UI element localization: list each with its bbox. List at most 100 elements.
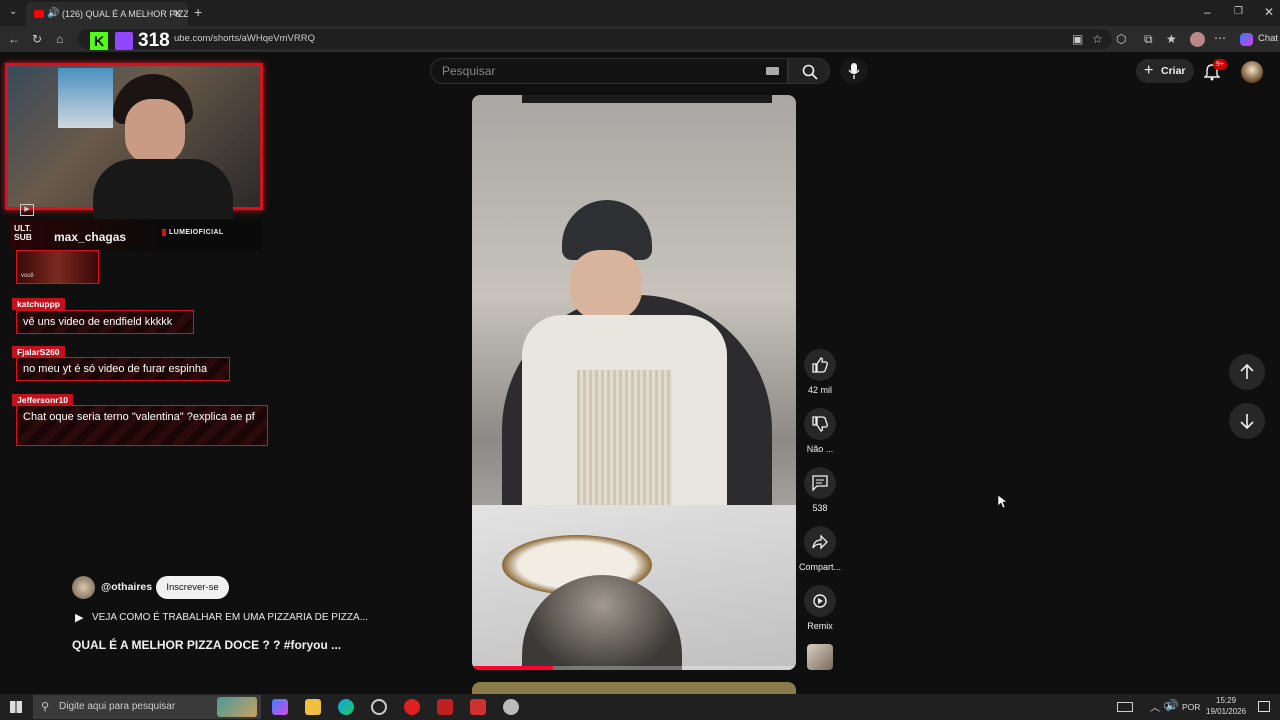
clock-time[interactable]: 15:29	[1216, 696, 1236, 705]
chat-username: Jeffersonr10	[12, 394, 74, 406]
url-field[interactable]: ube.com/shorts/aWHqeVmVRRQ	[78, 29, 1112, 49]
notifications-button[interactable]: 9+	[1204, 59, 1227, 82]
chat-label[interactable]: Chat	[1258, 33, 1278, 44]
share-icon	[812, 534, 828, 550]
favorite-star-icon[interactable]: ☆	[1092, 32, 1103, 46]
obs-icon[interactable]	[371, 699, 387, 715]
mouse-cursor-icon	[998, 495, 1008, 509]
close-window-icon[interactable]: ✕	[1264, 5, 1274, 19]
video-title: QUAL É A MELHOR PIZZA DOCE ? ? #foryou .…	[72, 638, 342, 652]
tray-chevron-icon[interactable]: ︿	[1150, 699, 1160, 714]
webcam-streamer	[93, 74, 233, 219]
comment-count: 538	[812, 503, 828, 513]
edge-browser-icon[interactable]	[338, 699, 354, 715]
playlist-line[interactable]: VEJA COMO É TRABALHAR EM UMA PIZZARIA DE…	[92, 612, 368, 623]
kick-logo-icon: K	[90, 32, 108, 50]
maximize-icon[interactable]: ❐	[1234, 5, 1243, 19]
plus-icon: +	[1144, 62, 1154, 79]
windows-start-icon[interactable]	[10, 701, 22, 713]
share-button[interactable]	[804, 526, 836, 558]
search-button[interactable]	[788, 58, 830, 84]
search-icon	[802, 64, 818, 80]
arrow-up-icon	[1240, 364, 1254, 379]
minimize-icon[interactable]: –	[1204, 5, 1211, 19]
language-indicator[interactable]: POR	[1182, 702, 1200, 712]
account-avatar[interactable]	[1241, 61, 1263, 83]
playlist-play-icon[interactable]: ▶	[75, 611, 83, 624]
back-icon[interactable]: ←	[8, 32, 20, 46]
create-button[interactable]: + Criar	[1136, 59, 1194, 83]
tab-close-icon[interactable]: ✕	[173, 2, 182, 26]
video-person-face	[570, 250, 642, 320]
play-box-icon: ▶	[20, 204, 34, 216]
chat-message-text: vê uns video de endfield kkkkk	[23, 316, 173, 328]
shorts-video-player[interactable]	[472, 95, 796, 670]
browser-tab[interactable]: 🔊 (126) QUAL É A MELHOR PIZZ ✕	[26, 2, 188, 26]
share-label: Compart...	[798, 562, 841, 572]
streaming-app-icon[interactable]	[437, 699, 453, 715]
file-explorer-icon[interactable]	[305, 699, 321, 715]
reload-icon[interactable]: ↻	[32, 32, 42, 46]
taskbar-search-input[interactable]: ⚲ Digite aqui para pesquisar	[33, 695, 261, 719]
viewer-count: 318	[138, 30, 170, 51]
clock-date[interactable]: 19/01/2026	[1206, 707, 1246, 716]
dislike-label: Não ...	[806, 444, 834, 454]
voice-search-button[interactable]	[840, 58, 868, 84]
subscribe-button[interactable]: Inscrever-se	[156, 576, 229, 599]
tab-list-chevron-icon[interactable]: ⌄	[9, 5, 17, 19]
speaker-icon[interactable]: 🔊	[47, 2, 59, 26]
chat-message-text: no meu yt é só video de furar espinha	[23, 363, 208, 375]
chat-message: vê uns video de endfield kkkkk	[16, 310, 194, 334]
tray-keyboard-icon[interactable]	[1117, 702, 1133, 712]
sound-thumbnail[interactable]	[807, 644, 833, 670]
comment-icon	[812, 475, 828, 491]
dislike-button[interactable]	[804, 408, 836, 440]
chat-username: katchuppp	[12, 298, 65, 310]
brand-tag: LUMEIOFICIAL	[162, 229, 224, 236]
notification-center-icon[interactable]	[1258, 701, 1270, 712]
profile-avatar[interactable]	[1190, 32, 1205, 47]
like-button[interactable]	[804, 349, 836, 381]
volume-icon[interactable]: 🔊	[1165, 699, 1179, 712]
chat-message: Chat oque seria terno "valentina" ?expli…	[16, 405, 268, 446]
previous-short-button[interactable]	[1229, 354, 1265, 390]
shield-app-icon[interactable]	[503, 699, 519, 715]
more-menu-icon[interactable]: ⋯	[1214, 31, 1226, 45]
red-app-icon[interactable]	[470, 699, 486, 715]
next-short-preview[interactable]	[472, 682, 796, 694]
avatar-caption: você	[21, 273, 34, 279]
thumbs-up-icon	[812, 357, 828, 373]
copilot-icon[interactable]	[1240, 33, 1253, 46]
channel-avatar[interactable]	[72, 576, 95, 599]
split-screen-icon[interactable]: ⧉	[1144, 32, 1153, 46]
extensions-icon[interactable]: ⬡	[1116, 32, 1126, 46]
youtube-app-icon[interactable]	[404, 699, 420, 715]
comments-button[interactable]	[804, 467, 836, 499]
home-icon[interactable]: ⌂	[56, 32, 63, 46]
taskbar-search-placeholder: Digite aqui para pesquisar	[59, 701, 176, 712]
collections-icon[interactable]: ★	[1166, 32, 1177, 46]
youtube-favicon-icon	[34, 10, 44, 18]
channel-handle[interactable]: @othaires	[101, 581, 152, 593]
windows-taskbar: ⚲ Digite aqui para pesquisar ︿ ⌂ 🔊 POR 1…	[0, 694, 1280, 720]
webcam-shirt	[93, 159, 233, 219]
next-short-button[interactable]	[1229, 403, 1265, 439]
last-sub-banner: ▶ ULT. SUB max_chagas LUMEIOFICIAL	[10, 204, 262, 250]
search-input[interactable]: Pesquisar	[430, 58, 788, 84]
app-icon[interactable]: ▣	[1072, 32, 1083, 46]
search-placeholder: Pesquisar	[442, 64, 496, 78]
last-sub-label: ULT. SUB	[14, 223, 32, 242]
copilot-taskbar-icon[interactable]	[272, 699, 288, 715]
subscribe-label: Inscrever-se	[166, 582, 219, 593]
new-tab-icon[interactable]: +	[194, 5, 202, 19]
streamer-webcam	[5, 63, 263, 219]
keyboard-icon[interactable]	[766, 67, 779, 75]
chat-message-text: Chat oque seria terno "valentina" ?expli…	[23, 411, 255, 423]
chat-username: FjalarS260	[12, 346, 65, 358]
search-icon: ⚲	[41, 701, 50, 713]
remix-button[interactable]	[804, 585, 836, 617]
chat-avatar: você	[16, 250, 99, 284]
address-bar-row: ← ↻ ⌂ ube.com/shorts/aWHqeVmVRRQ K 318 ▣…	[0, 26, 1280, 52]
video-progress-fill	[472, 666, 553, 670]
search-highlight-image	[217, 697, 257, 717]
